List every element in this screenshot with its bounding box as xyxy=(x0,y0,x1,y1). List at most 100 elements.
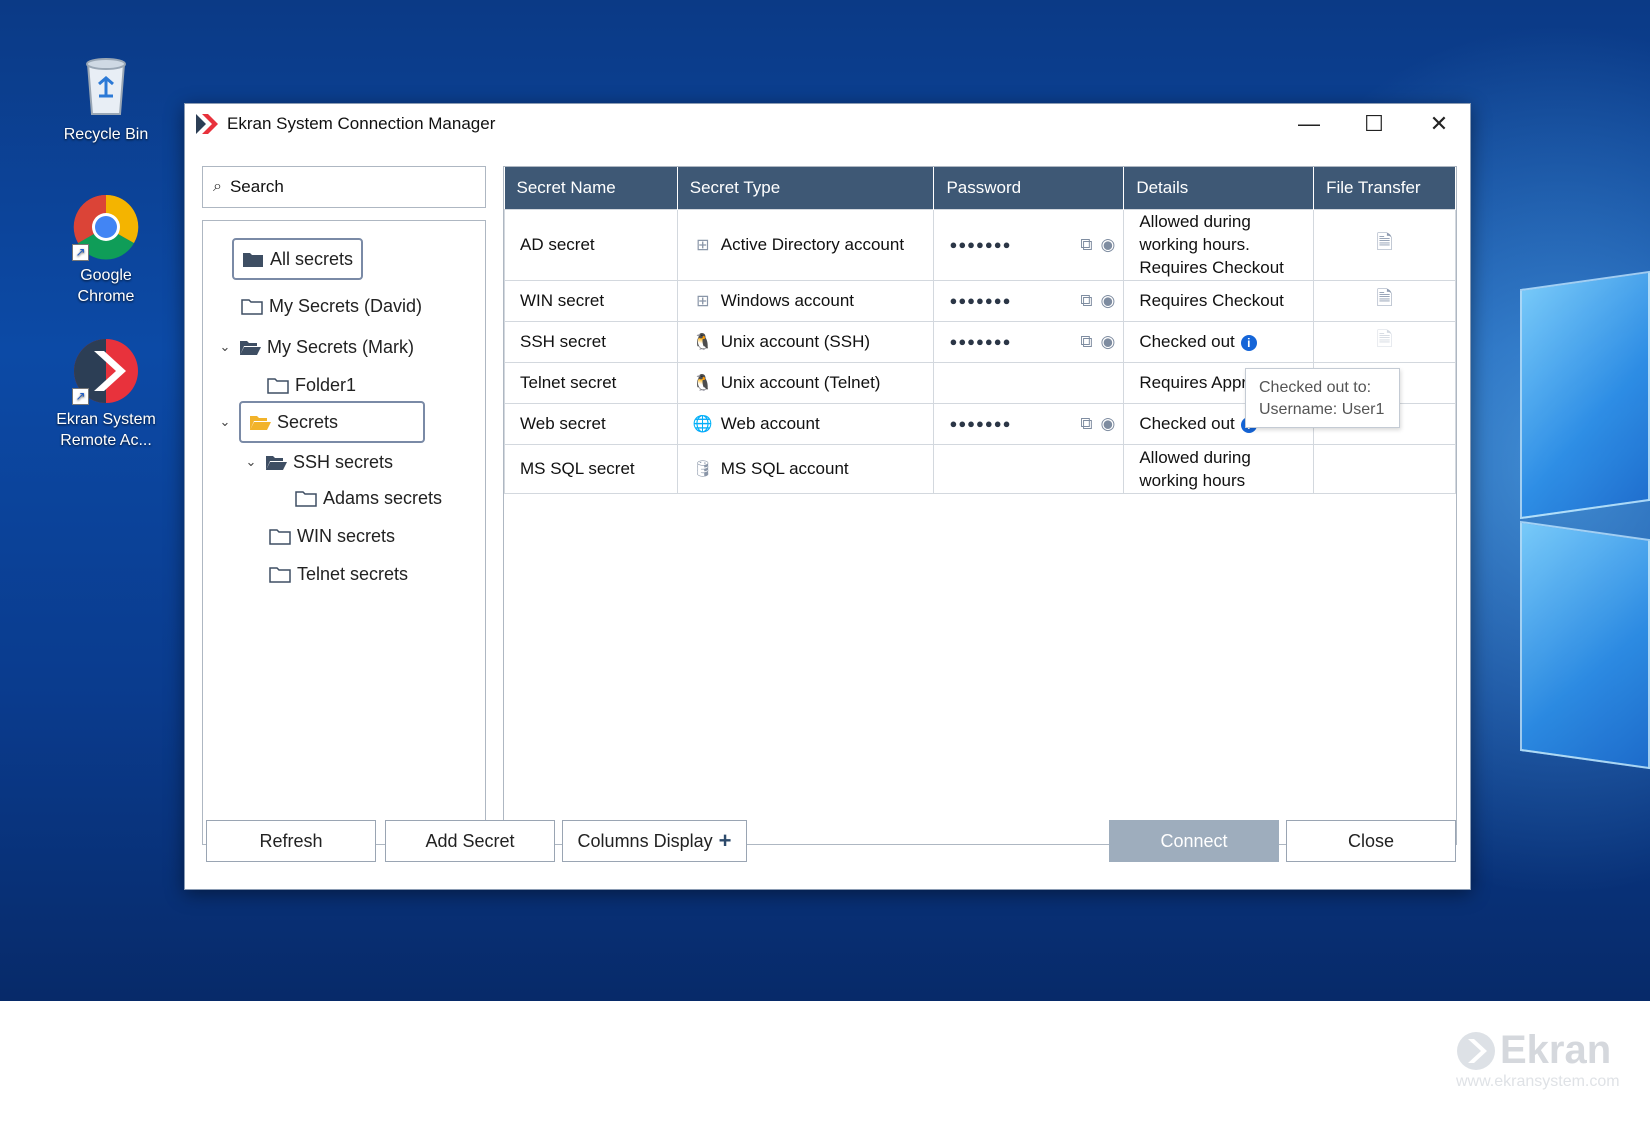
folder-open-icon xyxy=(265,453,287,471)
tooltip-line: Username: User1 xyxy=(1259,401,1385,418)
title-bar[interactable]: Ekran System Connection Manager — ☐ ✕ xyxy=(185,104,1470,144)
search-input[interactable]: ⌕ Search xyxy=(202,166,486,208)
secret-type-label: Unix account (SSH) xyxy=(720,331,871,351)
close-icon: ✕ xyxy=(1429,111,1449,136)
tree-item-label: Folder1 xyxy=(295,374,357,395)
close-window-button[interactable]: ✕ xyxy=(1407,104,1471,144)
details-cell: Requires Checkout xyxy=(1123,279,1315,322)
file-transfer-icon[interactable]: 🗎 xyxy=(1377,284,1393,318)
plus-icon: + xyxy=(718,828,732,853)
linux-icon: 🐧 xyxy=(692,374,713,392)
folder-open-icon xyxy=(239,338,261,356)
globe-icon: 🌐 xyxy=(692,415,713,433)
maximize-button[interactable]: ☐ xyxy=(1342,104,1406,144)
windows-icon: ⊞ xyxy=(696,236,710,254)
tree-item-label: WIN secrets xyxy=(297,525,396,546)
connect-button[interactable]: Connect xyxy=(1109,820,1279,862)
database-icon: 🛢 xyxy=(692,460,714,478)
tooltip-line: Checked out to: xyxy=(1259,379,1372,396)
tree-item-secrets-row[interactable]: ⌄ Secrets xyxy=(217,401,425,443)
folder-open-yellow-icon xyxy=(249,413,271,431)
ekran-remote-label: Ekran System Remote Ac... xyxy=(56,411,156,449)
password-cell: ●●●●●●● ⧉ ◉ xyxy=(933,279,1125,322)
info-icon[interactable]: i xyxy=(1240,334,1257,351)
table-row[interactable]: AD secret ⊞ Active Directory account ●●●●… xyxy=(504,208,1456,281)
tree-item-label: SSH secrets xyxy=(293,451,394,472)
columns-display-button[interactable]: Columns Display + xyxy=(562,820,747,862)
window-title: Ekran System Connection Manager xyxy=(227,114,496,133)
secret-type-cell: 🐧 Unix account (SSH) xyxy=(676,320,935,363)
tree-item-ssh-secrets[interactable]: ⌄ SSH secrets xyxy=(243,447,393,477)
shortcut-arrow-icon: ↗ xyxy=(72,244,89,261)
copy-icon[interactable]: ⧉ xyxy=(1080,235,1092,255)
password-cell: ●●●●●●● ⧉ ◉ xyxy=(933,402,1125,445)
password-masked: ●●●●●●● xyxy=(949,237,1012,252)
chevron-down-icon[interactable]: ⌄ xyxy=(217,339,233,355)
minimize-button[interactable]: — xyxy=(1277,104,1341,144)
refresh-button[interactable]: Refresh xyxy=(206,820,376,862)
file-transfer-cell xyxy=(1313,443,1456,494)
tree-item-adams-secrets[interactable]: Adams secrets xyxy=(295,483,442,513)
tree-item-folder1[interactable]: Folder1 xyxy=(267,370,356,400)
secrets-tree: All secrets My Secrets (David) ⌄ My Secr… xyxy=(202,220,486,845)
secret-type-label: Unix account (Telnet) xyxy=(720,372,881,392)
eye-icon[interactable]: ◉ xyxy=(1100,332,1115,352)
secrets-grid: Secret Name Secret Type Password Details… xyxy=(503,166,1457,845)
add-secret-button[interactable]: Add Secret xyxy=(385,820,555,862)
secret-name-cell: Telnet secret xyxy=(504,361,678,404)
chevron-down-icon[interactable]: ⌄ xyxy=(243,454,259,470)
google-chrome-label: Google Chrome xyxy=(77,267,135,305)
ekran-logo-icon xyxy=(196,114,218,134)
table-row[interactable]: WIN secret ⊞ Windows account ●●●●●●● ⧉ ◉ Re… xyxy=(504,279,1456,322)
eye-icon[interactable]: ◉ xyxy=(1100,235,1115,255)
details-text: Checked out xyxy=(1139,413,1235,433)
windows-logo-pane xyxy=(1520,270,1650,520)
secret-type-cell: ⊞ Windows account xyxy=(676,279,935,322)
table-header-row: Secret Name Secret Type Password Details… xyxy=(504,167,1456,209)
recycle-bin-desktop-icon[interactable]: Recycle Bin xyxy=(50,52,162,145)
file-transfer-cell: 🗎 xyxy=(1313,279,1456,322)
column-header-password[interactable]: Password xyxy=(933,167,1125,209)
secret-type-label: Active Directory account xyxy=(720,234,905,254)
folder-icon xyxy=(269,565,291,583)
tree-item-label: Telnet secrets xyxy=(297,563,409,584)
search-placeholder: Search xyxy=(229,177,284,196)
watermark-logo: Ekran xyxy=(1456,1028,1620,1073)
maximize-icon: ☐ xyxy=(1364,111,1384,136)
columns-display-label: Columns Display xyxy=(577,830,713,851)
table-row[interactable]: MS SQL secret 🛢 MS SQL account Allowed du… xyxy=(504,443,1456,494)
folder-icon xyxy=(269,527,291,545)
secret-type-label: MS SQL account xyxy=(720,458,849,478)
file-transfer-icon[interactable]: 🗎 xyxy=(1377,228,1393,262)
copy-icon[interactable]: ⧉ xyxy=(1080,332,1092,352)
tree-item-telnet-secrets[interactable]: Telnet secrets xyxy=(269,559,408,589)
eye-icon[interactable]: ◉ xyxy=(1100,291,1115,311)
close-button[interactable]: Close xyxy=(1286,820,1456,862)
ekran-remote-desktop-icon[interactable]: ↗ Ekran System Remote Ac... xyxy=(50,337,162,451)
tree-item-label: Adams secrets xyxy=(323,487,443,508)
watermark-url: www.ekransystem.com xyxy=(1456,1073,1620,1090)
tree-item-my-secrets-david[interactable]: My Secrets (David) xyxy=(241,291,422,321)
secret-name-cell: AD secret xyxy=(504,208,678,281)
column-header-file-transfer[interactable]: File Transfer xyxy=(1313,167,1456,209)
tree-item-all-secrets[interactable]: All secrets xyxy=(232,238,364,280)
google-chrome-desktop-icon[interactable]: ↗ Google Chrome xyxy=(50,193,162,307)
tree-item-my-secrets-mark[interactable]: ⌄ My Secrets (Mark) xyxy=(217,332,414,362)
column-header-secret-type[interactable]: Secret Type xyxy=(677,167,935,209)
column-header-details[interactable]: Details xyxy=(1123,167,1315,209)
windows-icon: ⊞ xyxy=(696,292,710,310)
table-row[interactable]: SSH secret 🐧 Unix account (SSH) ●●●●●●● ⧉ ◉… xyxy=(504,320,1456,363)
details-cell: Allowed during working hours xyxy=(1123,443,1315,494)
password-masked: ●●●●●●● xyxy=(949,293,1012,308)
minimize-icon: — xyxy=(1298,111,1320,136)
column-header-secret-name[interactable]: Secret Name xyxy=(504,167,678,209)
copy-icon[interactable]: ⧉ xyxy=(1080,414,1092,434)
eye-icon[interactable]: ◉ xyxy=(1100,414,1115,434)
tree-item-label: My Secrets (David) xyxy=(269,295,423,316)
ekran-watermark: Ekran www.ekransystem.com xyxy=(1456,1028,1620,1091)
details-text: Checked out xyxy=(1139,331,1235,351)
tree-item-win-secrets[interactable]: WIN secrets xyxy=(269,521,395,551)
tree-item-secrets[interactable]: Secrets xyxy=(239,401,425,443)
copy-icon[interactable]: ⧉ xyxy=(1080,291,1092,311)
chevron-down-icon[interactable]: ⌄ xyxy=(217,414,233,430)
